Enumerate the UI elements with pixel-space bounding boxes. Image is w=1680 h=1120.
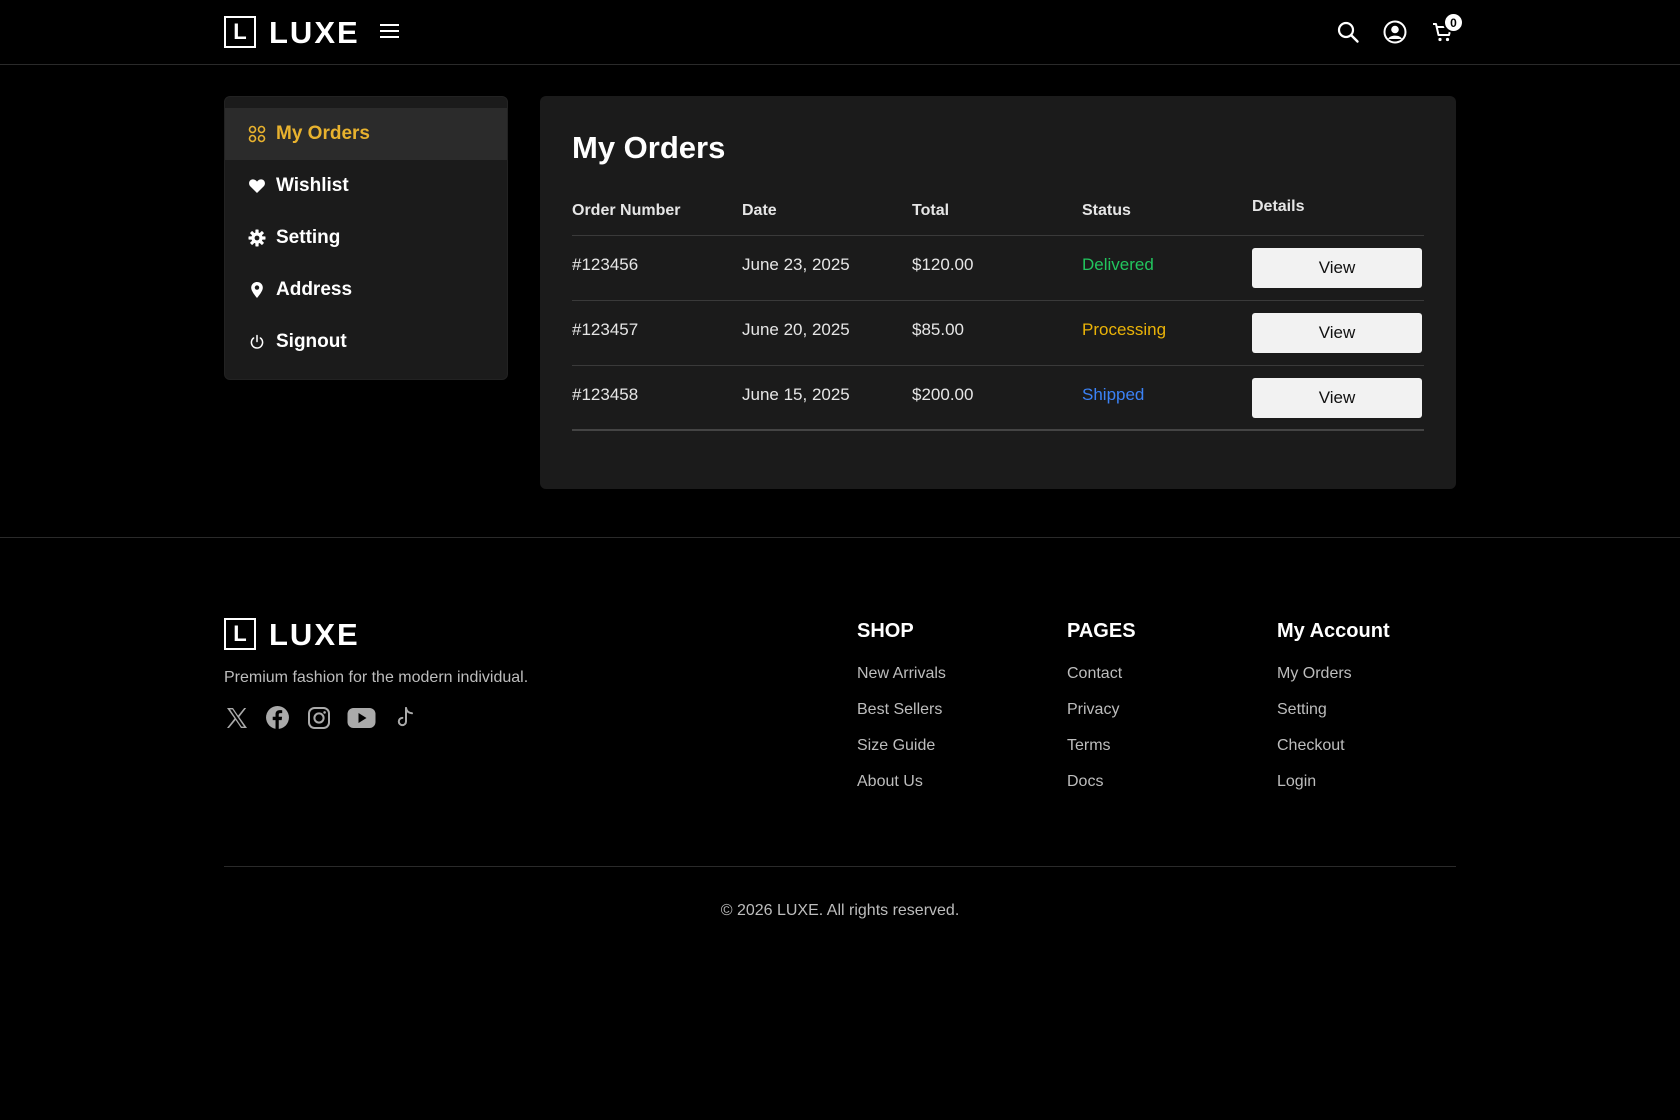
- menu-icon[interactable]: [380, 23, 399, 39]
- table-row: #123458 June 15, 2025 $200.00 Shipped Vi…: [572, 366, 1424, 431]
- footer-link[interactable]: Setting: [1277, 701, 1390, 720]
- sidebar-item-setting[interactable]: Setting: [225, 212, 507, 264]
- sidebar-item-label: Wishlist: [276, 175, 349, 196]
- footer-link[interactable]: About Us: [857, 773, 946, 792]
- table-row: #123457 June 20, 2025 $85.00 Processing …: [572, 301, 1424, 366]
- sidebar-item-signout[interactable]: Signout: [225, 316, 507, 368]
- footer-divider: [0, 537, 1680, 538]
- order-total: $120.00: [912, 255, 974, 274]
- footer-column-my-account: My Account My Orders Setting Checkout Lo…: [1277, 620, 1390, 809]
- order-date: June 20, 2025: [742, 320, 850, 339]
- footer-link[interactable]: Contact: [1067, 665, 1136, 684]
- power-icon: [248, 333, 266, 351]
- sidebar-item-my-orders[interactable]: My Orders: [225, 108, 507, 160]
- order-date: June 23, 2025: [742, 255, 850, 274]
- footer-column-pages: PAGES Contact Privacy Terms Docs: [1067, 620, 1136, 809]
- footer-link[interactable]: Size Guide: [857, 737, 946, 756]
- footer-column-title: SHOP: [857, 620, 914, 642]
- page-title: My Orders: [572, 130, 726, 165]
- footer-logo[interactable]: L LUXE: [224, 618, 360, 650]
- x-icon[interactable]: [224, 705, 249, 730]
- status-badge: Delivered: [1082, 255, 1154, 274]
- tiktok-icon[interactable]: [392, 705, 417, 730]
- sidebar-item-label: My Orders: [276, 123, 370, 144]
- view-order-button[interactable]: View: [1252, 313, 1422, 353]
- facebook-icon[interactable]: [265, 705, 290, 730]
- logo-text: LUXE: [269, 616, 360, 652]
- heart-icon: [248, 177, 266, 195]
- search-icon[interactable]: [1336, 20, 1360, 44]
- column-header: Status: [1082, 201, 1131, 219]
- footer-column-title: My Account: [1277, 620, 1390, 642]
- order-date: June 15, 2025: [742, 384, 850, 404]
- header-logo[interactable]: L LUXE: [224, 16, 360, 48]
- youtube-icon[interactable]: [347, 705, 376, 730]
- view-order-button[interactable]: View: [1252, 248, 1422, 288]
- footer-link[interactable]: Docs: [1067, 773, 1136, 792]
- orders-table: Order Number Date Total Status Details #…: [572, 186, 1424, 431]
- status-badge: Processing: [1082, 320, 1167, 339]
- column-header: Order Number: [572, 201, 681, 219]
- sidebar-item-address[interactable]: Address: [225, 264, 507, 316]
- copyright-text: © 2026 LUXE. All rights reserved.: [720, 902, 960, 919]
- footer-column-shop: SHOP New Arrivals Best Sellers Size Guid…: [857, 620, 946, 809]
- column-header: Date: [742, 201, 777, 219]
- sidebar-item-label: Setting: [276, 227, 341, 248]
- social-links: [224, 705, 433, 730]
- column-header: Total: [912, 201, 950, 219]
- order-total: $200.00: [912, 384, 974, 404]
- location-pin-icon: [248, 281, 266, 299]
- footer-link[interactable]: My Orders: [1277, 665, 1390, 684]
- account-sidebar: My Orders Wishlist Setting Address Signo…: [224, 96, 508, 380]
- site-header: L LUXE 0: [0, 0, 1680, 65]
- orders-panel: My Orders Order Number Date Total Status…: [540, 96, 1456, 489]
- order-number: #123456: [572, 255, 639, 274]
- sidebar-item-wishlist[interactable]: Wishlist: [225, 160, 507, 212]
- instagram-icon[interactable]: [306, 705, 331, 730]
- table-header: Order Number Date Total Status Details: [572, 186, 1424, 236]
- order-number: #123458: [572, 384, 639, 404]
- grid-icon: [248, 125, 266, 143]
- footer-link[interactable]: Terms: [1067, 737, 1136, 756]
- footer-tagline: Premium fashion for the modern individua…: [224, 669, 529, 686]
- logo-text: LUXE: [269, 14, 360, 50]
- sidebar-item-label: Address: [276, 279, 353, 300]
- footer-link[interactable]: Checkout: [1277, 737, 1390, 756]
- status-badge: Shipped: [1082, 384, 1145, 404]
- view-order-button[interactable]: View: [1252, 377, 1422, 418]
- copyright-divider: [224, 866, 1456, 867]
- logo-mark: L: [224, 618, 256, 650]
- footer-link[interactable]: New Arrivals: [857, 665, 946, 684]
- order-total: $85.00: [912, 320, 964, 339]
- user-icon[interactable]: [1383, 20, 1407, 44]
- footer-link[interactable]: Login: [1277, 773, 1390, 792]
- order-number: #123457: [572, 320, 639, 339]
- table-row: #123456 June 23, 2025 $120.00 Delivered …: [572, 236, 1424, 301]
- footer-link[interactable]: Best Sellers: [857, 701, 946, 720]
- cart-count-badge: 0: [1443, 12, 1464, 33]
- gear-icon: [248, 229, 266, 247]
- column-header: Details: [1252, 197, 1305, 215]
- sidebar-item-label: Signout: [276, 331, 347, 352]
- logo-mark: L: [224, 16, 256, 48]
- footer-link[interactable]: Privacy: [1067, 701, 1136, 720]
- footer-column-title: PAGES: [1067, 620, 1136, 642]
